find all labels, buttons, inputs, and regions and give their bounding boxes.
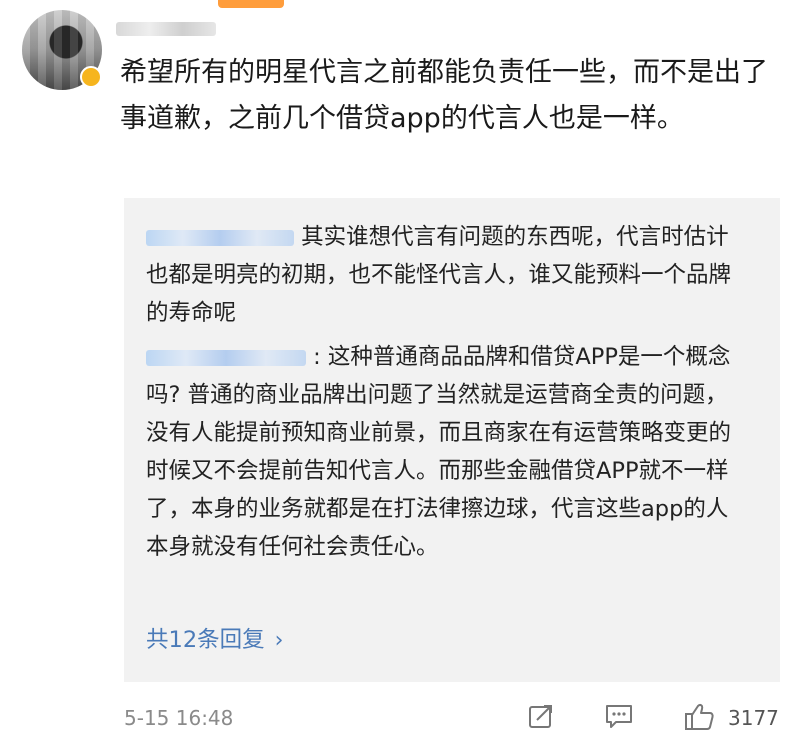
chevron-right-icon: › [274,628,284,653]
more-replies-link[interactable]: 共12条回复 › [146,622,283,654]
thumbs-up-icon[interactable] [684,702,716,736]
comment-timestamp: 5-15 16:48 [124,706,234,730]
like-count: 3177 [728,706,779,730]
comment-icon[interactable] [604,702,634,734]
reply-text: : 这种普通商品品牌和借贷APP是一个概念吗? 普通的商业品牌出问题了当然就是运… [146,344,732,560]
reply-username-blurred[interactable] [146,229,294,246]
orange-tag [218,0,284,8]
reply-item[interactable]: : 这种普通商品品牌和借贷APP是一个概念吗? 普通的商业品牌出问题了当然就是运… [146,338,746,566]
username-blurred[interactable] [116,22,216,36]
more-replies-label: 共12条回复 [146,627,265,653]
replies-panel: 其实谁想代言有问题的东西呢，代言时估计也都是明亮的初期，也不能怪代言人，谁又能预… [124,198,780,682]
reply-item[interactable]: 其实谁想代言有问题的东西呢，代言时估计也都是明亮的初期，也不能怪代言人，谁又能预… [146,218,746,332]
vip-badge-icon [80,66,102,88]
reply-username-blurred[interactable] [146,349,306,366]
share-icon[interactable] [527,702,555,734]
comment-text: 希望所有的明星代言之前都能负责任一些，而不是出了事道歉，之前几个借贷app的代言… [120,57,768,134]
